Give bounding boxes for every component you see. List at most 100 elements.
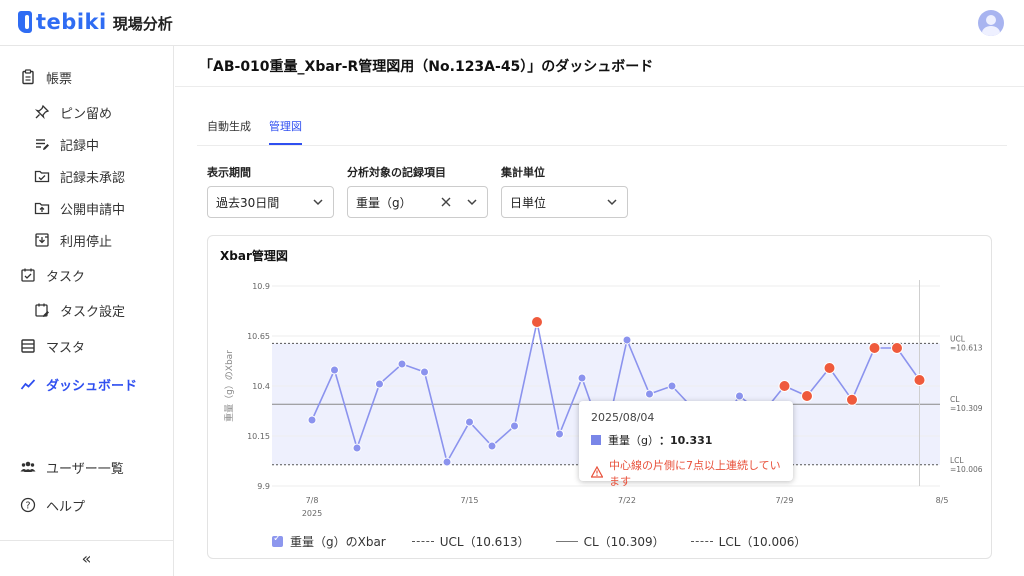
svg-text:?: ? [25,501,30,512]
data-point[interactable] [420,367,429,377]
lcl-label: LCL =10.006 [950,456,983,474]
legend-item-cl[interactable]: CL（10.309） [555,533,665,550]
top-header: tebiki 現場分析 [0,0,1024,46]
dashed-line-icon [690,541,713,542]
violation-point[interactable] [778,380,791,392]
select-value: 重量（g） [356,195,412,210]
chevron-down-icon [465,195,479,212]
violation-point[interactable] [823,362,836,374]
sidebar-item-label: ダッシュボード [46,378,138,394]
brand-subtitle: 現場分析 [112,15,173,33]
filter-item: 分析対象の記録項目 重量（g） [347,164,488,218]
violation-point[interactable] [801,390,813,402]
clear-icon[interactable] [439,195,453,212]
pin-icon [34,104,50,120]
chart-legend: 重量（g）のXbar UCL（10.613） CL（10.309） LCL（10… [272,533,832,550]
cl-label: CL =10.309 [950,395,983,413]
table-icon [20,338,36,354]
folder-upload-icon [34,200,50,216]
sidebar-item-master[interactable]: マスタ [0,332,173,360]
x-tick-label: 7/8 [306,496,319,505]
app-logo[interactable]: tebiki 現場分析 [18,10,173,34]
tooltip-series-label: 重量（g） [608,434,659,447]
users-icon [20,459,36,475]
data-point[interactable] [307,415,317,425]
sidebar-item-label: ピン留め [60,106,113,122]
data-point[interactable] [645,389,654,399]
legend-item-series[interactable]: 重量（g）のXbar [272,533,386,550]
x-tick-label: 7/15 [461,496,479,505]
sidebar-item-label: 記録未承認 [60,170,126,186]
data-point[interactable] [735,391,744,401]
chart-tooltip: 2025/08/04 重量（g） ：10.331 中心線の片側に7点以上連続して… [579,401,793,488]
sidebar-item-publish-request[interactable]: 公開申請中 [0,194,173,222]
tooltip-warning: 中心線の片側に7点以上連続しています [590,457,781,489]
legend-item-ucl[interactable]: UCL（10.613） [411,533,530,550]
sidebar-item-label: ヘルプ [46,499,86,515]
data-point[interactable] [577,373,587,383]
violation-point[interactable] [913,374,926,386]
sidebar-item-dashboard[interactable]: ダッシュボード [0,370,173,398]
sidebar-item-users[interactable]: ユーザー一覧 [0,453,173,481]
sidebar-item-label: 公開申請中 [60,202,126,218]
filter-unit: 集計単位 日単位 [501,164,628,218]
violation-point[interactable] [891,342,903,354]
folder-check-icon [34,168,50,184]
user-avatar[interactable] [978,10,1004,36]
filter-label: 分析対象の記録項目 [347,166,446,179]
chart-line-icon [20,376,36,392]
sidebar-collapse-button[interactable]: « [0,540,173,576]
sidebar-item-label: マスタ [46,340,86,356]
help-icon: ? [20,497,36,513]
dashed-line-icon [411,541,434,542]
sidebar-item-suspended[interactable]: 利用停止 [0,226,173,254]
data-point[interactable] [442,457,452,467]
data-point[interactable] [622,335,632,345]
checkbox-icon [272,533,283,547]
tab-auto-generate[interactable]: 自動生成 [207,118,251,145]
edit-list-icon [34,136,50,152]
data-point[interactable] [487,441,497,451]
unit-select[interactable]: 日単位 [501,186,628,218]
data-point[interactable] [397,359,407,369]
tooltip-value: ：10.331 [658,434,713,447]
data-point[interactable] [375,379,384,389]
x-tick-label: 8/5 [936,496,949,505]
double-chevron-left-icon: « [81,549,92,568]
task-settings-icon [34,302,50,318]
filter-label: 表示期間 [207,166,251,179]
tooltip-warning-text: 中心線の片側に7点以上連続しています [609,459,781,488]
page-title: 「AB-010重量_Xbar-R管理図用（No.123A-45）」のダッシュボー… [199,59,654,75]
data-point[interactable] [330,365,339,375]
violation-point[interactable] [531,316,543,328]
sidebar-item-recording[interactable]: 記録中 [0,130,173,158]
period-select[interactable]: 過去30日間 [207,186,334,218]
data-point[interactable] [465,417,474,427]
data-point[interactable] [555,429,564,439]
data-point[interactable] [352,443,362,453]
sidebar-item-forms[interactable]: 帳票 [0,63,173,91]
x-tick-label: 7/29 [776,496,794,505]
legend-item-lcl[interactable]: LCL（10.006） [690,533,806,550]
y-tick-label: 10.4 [252,382,270,391]
data-point[interactable] [667,381,677,391]
sidebar-item-label: ユーザー一覧 [46,461,124,477]
ucl-label: UCL =10.613 [950,334,983,352]
sidebar-item-task-settings[interactable]: タスク設定 [0,296,173,324]
series-color-swatch [591,435,601,445]
sidebar-item-unapproved[interactable]: 記録未承認 [0,162,173,190]
filter-label: 集計単位 [501,166,545,179]
violation-point[interactable] [868,342,881,354]
item-select[interactable]: 重量（g） [347,186,488,218]
sidebar-item-tasks[interactable]: タスク [0,261,173,289]
x-tick-label: 7/22 [618,496,636,505]
sidebar-item-help[interactable]: ? ヘルプ [0,491,173,519]
main-content: 「AB-010重量_Xbar-R管理図用（No.123A-45）」のダッシュボー… [175,46,1024,576]
legend-label: CL（10.309） [583,535,665,549]
violation-point[interactable] [846,393,858,406]
data-point[interactable] [510,421,519,431]
sidebar-item-pinned[interactable]: ピン留め [0,98,173,126]
tab-control-chart[interactable]: 管理図 [269,118,302,145]
clipboard-icon [20,69,36,85]
tab-bar: 自動生成 管理図 [207,118,320,145]
